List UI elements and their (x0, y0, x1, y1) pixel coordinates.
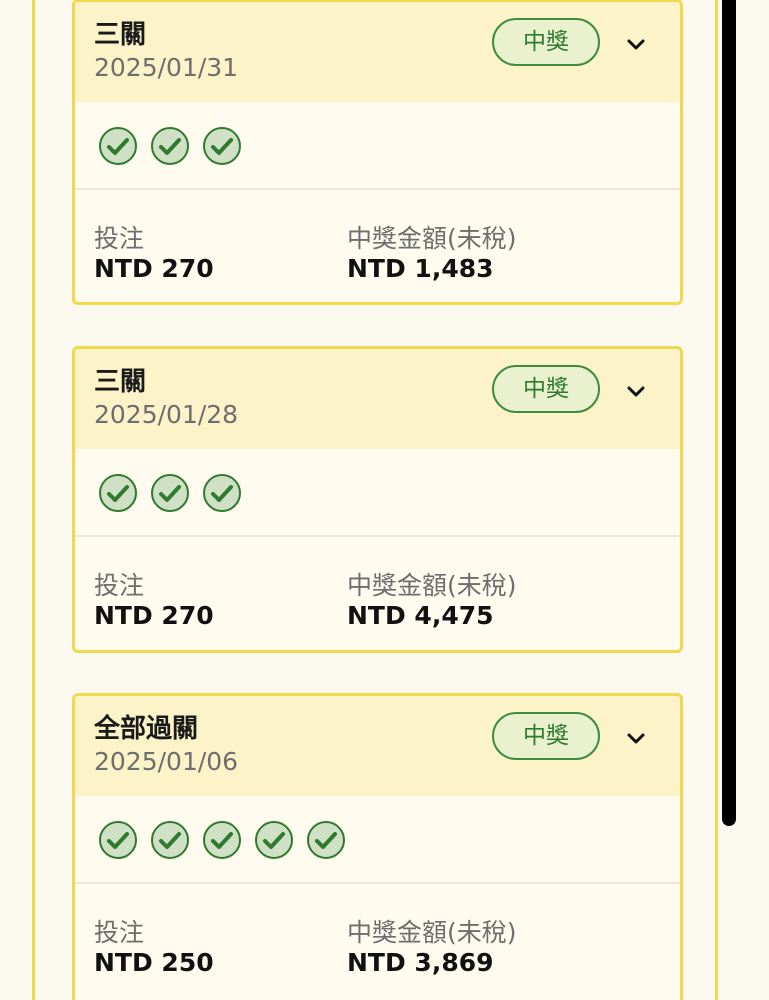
check-circle-icon (151, 127, 189, 165)
stake-value: NTD 270 (94, 254, 214, 283)
bet-type-title: 三關 (94, 20, 147, 50)
stake-label: 投注 (94, 571, 145, 600)
check-circle-icon (203, 127, 241, 165)
payout-label: 中獎金額(未稅) (347, 918, 517, 947)
chevron-down-icon[interactable] (626, 732, 646, 746)
scrollbar[interactable] (722, 0, 736, 826)
payout-value: NTD 4,475 (347, 601, 494, 630)
bet-history-page: 三關 2025/01/31 中獎 投注 NTD 270 中獎金額(未稅) NTD… (0, 0, 769, 1000)
status-badge: 中獎 (492, 712, 600, 760)
check-circle-icon (151, 821, 189, 859)
bet-amounts: 投注 NTD 270 中獎金額(未稅) NTD 1,483 (75, 190, 680, 302)
check-circle-icon (255, 821, 293, 859)
leg-results (75, 102, 680, 190)
bet-type-title: 全部過關 (94, 714, 199, 744)
check-circle-icon (151, 474, 189, 512)
stake-label: 投注 (94, 224, 145, 253)
bet-date: 2025/01/31 (94, 53, 239, 82)
stake-label: 投注 (94, 918, 145, 947)
bet-date: 2025/01/28 (94, 400, 239, 429)
leg-results (75, 796, 680, 884)
payout-label: 中獎金額(未稅) (347, 224, 517, 253)
payout-label: 中獎金額(未稅) (347, 571, 517, 600)
stake-value: NTD 270 (94, 601, 214, 630)
check-circle-icon (99, 474, 137, 512)
check-circle-icon (307, 821, 345, 859)
bet-amounts: 投注 NTD 250 中獎金額(未稅) NTD 3,869 (75, 884, 680, 996)
bet-amounts: 投注 NTD 270 中獎金額(未稅) NTD 4,475 (75, 537, 680, 649)
bet-card: 三關 2025/01/28 中獎 投注 NTD 270 中獎金額(未稅) NTD… (72, 346, 683, 653)
payout-value: NTD 1,483 (347, 254, 494, 283)
check-circle-icon (203, 474, 241, 512)
check-circle-icon (99, 821, 137, 859)
bet-card: 全部過關 2025/01/06 中獎 投注 NTD 250 中獎金額(未稅) N… (72, 693, 683, 1000)
payout-value: NTD 3,869 (347, 948, 494, 977)
bet-card: 三關 2025/01/31 中獎 投注 NTD 270 中獎金額(未稅) NTD… (72, 0, 683, 305)
leg-results (75, 449, 680, 537)
stake-value: NTD 250 (94, 948, 214, 977)
bet-type-title: 三關 (94, 367, 147, 397)
status-badge: 中獎 (492, 365, 600, 413)
check-circle-icon (99, 127, 137, 165)
status-badge: 中獎 (492, 18, 600, 66)
bet-card-header[interactable]: 三關 2025/01/31 中獎 (75, 2, 680, 102)
chevron-down-icon[interactable] (626, 38, 646, 52)
bet-date: 2025/01/06 (94, 747, 239, 776)
chevron-down-icon[interactable] (626, 385, 646, 399)
bet-card-header[interactable]: 三關 2025/01/28 中獎 (75, 349, 680, 449)
bet-card-header[interactable]: 全部過關 2025/01/06 中獎 (75, 696, 680, 796)
check-circle-icon (203, 821, 241, 859)
